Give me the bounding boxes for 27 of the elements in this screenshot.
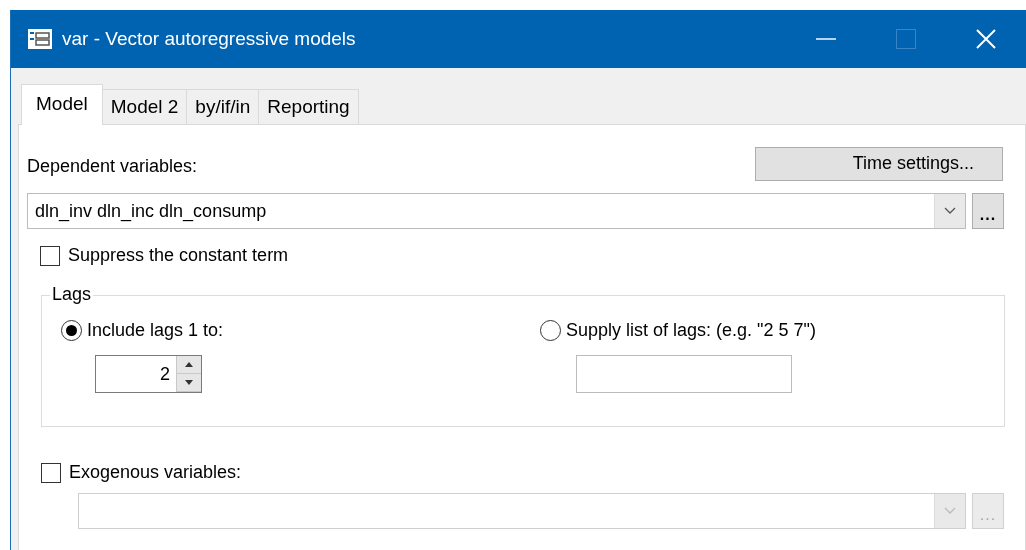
window-icon xyxy=(28,29,52,49)
maximize-icon xyxy=(896,29,916,49)
checkbox-label: Exogenous variables: xyxy=(69,462,242,483)
radio-label: Supply list of lags: (e.g. "2 5 7") xyxy=(566,320,816,341)
window-title: var - Vector autoregressive models xyxy=(62,28,357,50)
radio-label: Include lags 1 to: xyxy=(87,320,224,341)
up-arrow-icon xyxy=(185,362,193,367)
radio-button[interactable] xyxy=(540,320,561,341)
tab[interactable]: Model xyxy=(21,84,103,125)
chevron-down-icon xyxy=(944,207,956,215)
dropdown-field[interactable]: dln_inv dln_inc dln_consump xyxy=(27,193,966,229)
spin-up-button[interactable] xyxy=(177,356,201,374)
checkbox-label: Suppress the constant term xyxy=(68,245,289,266)
field-label: Dependent variables: xyxy=(27,156,198,178)
tab[interactable]: Reporting xyxy=(258,89,359,124)
chevron-down-icon xyxy=(944,507,956,515)
close-icon xyxy=(976,29,996,49)
down-arrow-icon xyxy=(185,380,193,385)
spin-down-button[interactable] xyxy=(177,374,201,392)
browse-button[interactable]: ... xyxy=(972,193,1004,229)
text-field[interactable] xyxy=(576,355,792,393)
group-title: Lags xyxy=(50,284,94,305)
minimize-icon xyxy=(816,37,836,41)
time-settings-button[interactable]: Time settings... xyxy=(755,147,1003,181)
number-field[interactable]: 2 xyxy=(95,355,202,393)
radio-button[interactable] xyxy=(61,320,82,341)
checkbox[interactable] xyxy=(40,245,60,266)
